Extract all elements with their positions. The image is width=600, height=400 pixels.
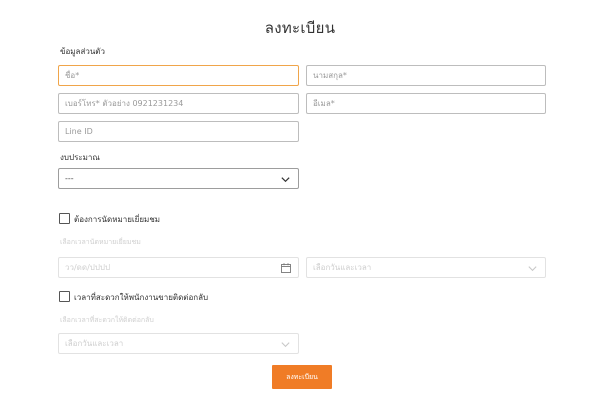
calendar-icon[interactable] xyxy=(281,263,291,273)
chevron-down-icon xyxy=(281,342,290,348)
contact-back-checkbox[interactable] xyxy=(59,291,70,302)
email-placeholder: อีเมล* xyxy=(313,99,335,108)
line-id-placeholder: Line ID xyxy=(65,127,93,136)
contact-back-checkbox-label: เวลาที่สะดวกให้พนักงานขายติดต่อกลับ xyxy=(74,293,209,302)
line-id-field[interactable]: Line ID xyxy=(58,121,299,142)
page-title: ลงทะเบียน xyxy=(264,19,336,37)
appointment-date-field[interactable]: วว/ดด/ปปปป xyxy=(58,257,299,278)
chevron-down-icon xyxy=(528,266,537,272)
appointment-checkbox[interactable] xyxy=(59,213,70,224)
appointment-time-select[interactable]: เลือกวันและเวลา xyxy=(306,257,546,278)
contact-time-placeholder: เลือกวันและเวลา xyxy=(65,339,124,348)
budget-select[interactable]: --- xyxy=(58,168,299,189)
register-button[interactable]: ลงทะเบียน xyxy=(272,365,332,389)
last-name-placeholder: นามสกุล* xyxy=(313,71,347,80)
phone-field[interactable]: เบอร์โทร* ตัวอย่าง 0921231234 xyxy=(58,93,299,114)
contact-back-hint: เลือกเวลาที่สะดวกให้ติดต่อกลับ xyxy=(60,316,154,324)
appointment-checkbox-label: ต้องการนัดหมายเยี่ยมชม xyxy=(74,215,161,224)
contact-time-select[interactable]: เลือกวันและเวลา xyxy=(58,333,299,354)
appointment-hint: เลือกเวลานัดหมายเยี่ยมชม xyxy=(60,238,141,246)
budget-label: งบประมาณ xyxy=(60,153,100,162)
budget-select-value: --- xyxy=(65,174,74,183)
first-name-placeholder: ชื่อ* xyxy=(65,71,80,80)
date-placeholder: วว/ดด/ปปปป xyxy=(65,263,111,272)
appointment-time-placeholder: เลือกวันและเวลา xyxy=(313,263,372,272)
personal-section-label: ข้อมูลส่วนตัว xyxy=(60,47,105,56)
phone-placeholder: เบอร์โทร* ตัวอย่าง 0921231234 xyxy=(65,99,184,108)
first-name-field[interactable]: ชื่อ* xyxy=(58,65,299,86)
last-name-field[interactable]: นามสกุล* xyxy=(306,65,546,86)
email-field[interactable]: อีเมล* xyxy=(306,93,546,114)
chevron-down-icon xyxy=(281,177,290,183)
